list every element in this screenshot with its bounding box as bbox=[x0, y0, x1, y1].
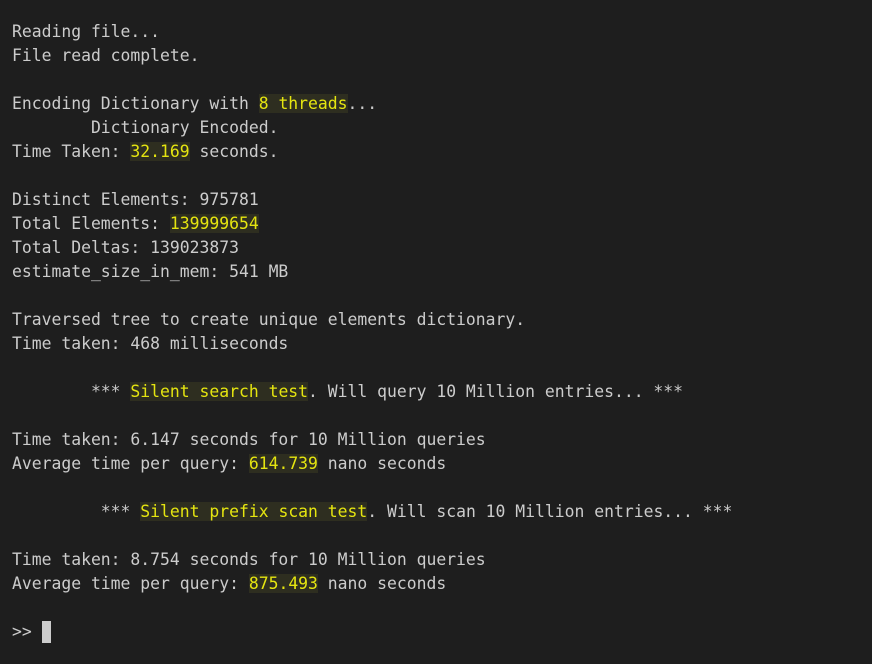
highlighted-value: 139999654 bbox=[169, 214, 259, 233]
output-line: Average time per query: 875.493 nano sec… bbox=[12, 572, 860, 596]
output-text: nano seconds bbox=[317, 574, 447, 593]
highlighted-value: 614.739 bbox=[248, 454, 318, 473]
output-text: ... bbox=[347, 94, 378, 113]
terminal-output[interactable]: Reading file... File read complete. Enco… bbox=[0, 0, 872, 664]
output-line: Time Taken: 32.169 seconds. bbox=[12, 140, 860, 164]
output-line: Time taken: 8.754 seconds for 10 Million… bbox=[12, 550, 486, 569]
output-line: Average time per query: 614.739 nano sec… bbox=[12, 452, 860, 476]
prompt-symbol: >> bbox=[12, 622, 42, 641]
highlighted-value: 875.493 bbox=[248, 574, 318, 593]
highlighted-value: 8 threads bbox=[258, 94, 348, 113]
highlighted-value: Silent search test bbox=[130, 382, 309, 401]
output-text: *** bbox=[12, 382, 131, 401]
output-text: Average time per query: bbox=[12, 454, 249, 473]
text-cursor[interactable] bbox=[41, 620, 51, 643]
output-text: Average time per query: bbox=[12, 574, 249, 593]
output-line: Traversed tree to create unique elements… bbox=[12, 310, 526, 329]
prompt-line[interactable]: >> bbox=[12, 620, 860, 644]
highlighted-value: Silent prefix scan test bbox=[140, 502, 368, 521]
output-line: Time taken: 468 milliseconds bbox=[12, 334, 289, 353]
output-line: Total Elements: 139999654 bbox=[12, 212, 860, 236]
output-line: Encoding Dictionary with 8 threads... bbox=[12, 92, 860, 116]
output-line: Reading file... bbox=[12, 22, 161, 41]
output-line: Distinct Elements: 975781 bbox=[12, 190, 259, 209]
output-text: Time Taken: bbox=[12, 142, 131, 161]
output-line: File read complete. bbox=[12, 46, 200, 65]
output-text: nano seconds bbox=[317, 454, 447, 473]
output-line: estimate_size_in_mem: 541 MB bbox=[12, 262, 289, 281]
output-text: *** bbox=[12, 502, 141, 521]
output-text: . Will scan 10 Million entries... *** bbox=[367, 502, 733, 521]
output-text: Encoding Dictionary with bbox=[12, 94, 259, 113]
highlighted-value: 32.169 bbox=[130, 142, 190, 161]
output-line: Time taken: 6.147 seconds for 10 Million… bbox=[12, 430, 486, 449]
output-text: seconds. bbox=[189, 142, 279, 161]
output-line: *** Silent prefix scan test. Will scan 1… bbox=[12, 500, 860, 524]
output-line: Dictionary Encoded. bbox=[12, 118, 279, 137]
output-line: Total Deltas: 139023873 bbox=[12, 238, 239, 257]
output-line: *** Silent search test. Will query 10 Mi… bbox=[12, 380, 860, 404]
output-text: Total Elements: bbox=[12, 214, 170, 233]
output-text: . Will query 10 Million entries... *** bbox=[308, 382, 684, 401]
